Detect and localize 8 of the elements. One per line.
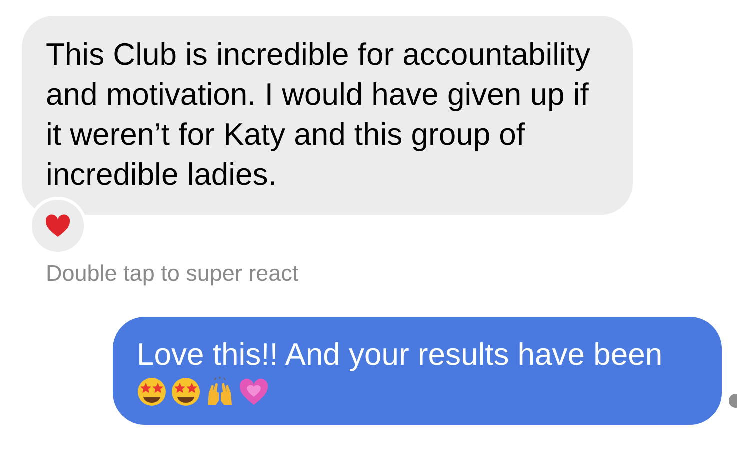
message-text: Love this!! And your results have been: [137, 337, 663, 372]
message-text: This Club is incredible for accountability and motivation. I would have given up if it weren’t for Katy and this group of incredible ladies.: [46, 37, 590, 192]
raised-hands-icon: [205, 377, 235, 407]
reaction-hint: Double tap to super react: [46, 261, 300, 287]
star-struck-face-icon: [171, 377, 201, 407]
heart-icon: [239, 377, 269, 407]
heart-icon: [45, 214, 71, 238]
star-struck-face-icon: [137, 377, 167, 407]
